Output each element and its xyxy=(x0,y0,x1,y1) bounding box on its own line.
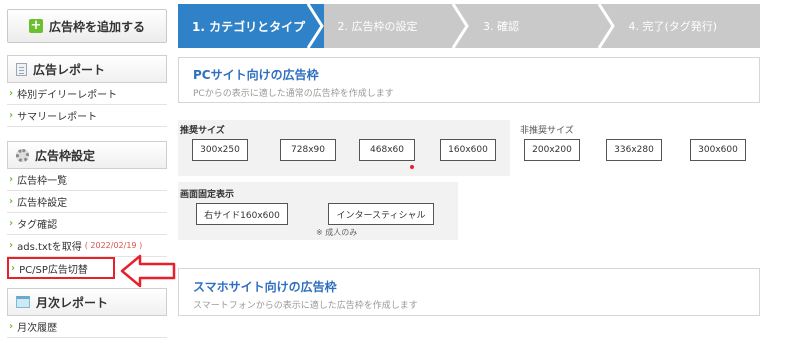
step-complete: 4. 完了(タグ発行) xyxy=(614,4,760,48)
sp-site-ad-slot-option[interactable]: スマホサイト向けの広告枠 スマートフォンからの表示に適した広告枠を作成します xyxy=(178,268,760,316)
sidebar-item-tag-check[interactable]: › タグ確認 xyxy=(7,213,167,235)
step-category-type: 1. カテゴリとタイプ xyxy=(178,4,324,48)
sidebar-item-label: PC/SP広告切替 xyxy=(19,264,88,276)
fixed-display-label: 画面固定表示 xyxy=(180,190,235,200)
step-label: 1. カテゴリとタイプ xyxy=(192,19,306,34)
step-label: 4. 完了(タグ発行) xyxy=(628,20,718,33)
plus-icon: + xyxy=(28,18,43,33)
chevron-right-icon: › xyxy=(11,262,16,274)
step-label: 2. 広告枠の設定 xyxy=(337,20,418,33)
document-icon xyxy=(16,62,27,76)
sidebar-item-ad-slot-list[interactable]: › 広告枠一覧 xyxy=(7,169,167,191)
step-slot-settings: 2. 広告枠の設定 xyxy=(323,4,469,48)
non-recommended-size-group: 非推奨サイズ 200x200 336x280 300x600 xyxy=(518,120,768,176)
pc-site-ad-slot-option[interactable]: PCサイト向けの広告枠 PCからの表示に適した通常の広告枠を作成します xyxy=(178,57,760,103)
step-separator-icon xyxy=(451,4,469,48)
sidebar-item-label: 枠別デイリーレポート xyxy=(17,90,118,101)
report-section-header: 広告レポート xyxy=(7,55,167,83)
sidebar-item-label: 広告枠設定 xyxy=(17,198,68,209)
fixed-option-interstitial[interactable]: インタースティシャル xyxy=(328,203,434,225)
sidebar-item-label: ads.txtを取得 xyxy=(17,242,82,253)
step-confirm: 3. 確認 xyxy=(469,4,615,48)
sp-section-subtitle: スマートフォンからの表示に適した広告枠を作成します xyxy=(193,301,418,311)
sidebar-item-label: 広告枠一覧 xyxy=(17,176,68,187)
sidebar-item-daily-report[interactable]: › 枠別デイリーレポート xyxy=(7,83,167,105)
recommended-size-label: 推奨サイズ xyxy=(180,126,225,136)
add-ad-slot-label: 広告枠を追加する xyxy=(48,19,145,34)
sidebar: + 広告枠を追加する 広告レポート › 枠別デイリーレポート › サマリーレポー… xyxy=(7,9,167,338)
monthly-section-header: 月次レポート xyxy=(7,288,167,316)
sidebar-item-label: 月次履歴 xyxy=(17,323,58,334)
pc-section-title: PCサイト向けの広告枠 xyxy=(193,68,319,82)
adult-only-note: ※ 成人のみ xyxy=(316,228,358,237)
report-section-title: 広告レポート xyxy=(33,62,106,77)
settings-section-header: 広告枠設定 xyxy=(7,141,167,169)
monthly-section: 月次レポート › 月次履歴 xyxy=(7,288,167,338)
sp-section-title: スマホサイト向けの広告枠 xyxy=(193,280,337,294)
annotation-arrow-icon xyxy=(120,254,176,288)
sidebar-item-pc-sp-switch[interactable]: › PC/SP広告切替 xyxy=(7,257,115,279)
settings-section-title: 広告枠設定 xyxy=(35,148,96,163)
chevron-right-icon: › xyxy=(9,196,14,207)
monthly-section-title: 月次レポート xyxy=(36,295,109,310)
size-option-300x250[interactable]: 300x250 xyxy=(192,139,248,161)
fixed-display-group: 画面固定表示 右サイド160x600 インタースティシャル ※ 成人のみ xyxy=(178,182,458,240)
size-option-200x200[interactable]: 200x200 xyxy=(524,139,580,161)
non-recommended-size-label: 非推奨サイズ xyxy=(520,126,574,136)
step-label: 3. 確認 xyxy=(483,20,519,33)
gear-icon xyxy=(16,148,29,162)
sidebar-item-summary-report[interactable]: › サマリーレポート xyxy=(7,105,167,127)
chevron-right-icon: › xyxy=(9,321,14,332)
pc-section-subtitle: PCからの表示に適した通常の広告枠を作成します xyxy=(193,89,394,99)
step-separator-icon xyxy=(306,4,324,48)
sidebar-item-monthly-history[interactable]: › 月次履歴 xyxy=(7,316,167,338)
sidebar-item-label: サマリーレポート xyxy=(17,112,98,123)
chevron-right-icon: › xyxy=(9,174,14,185)
chevron-right-icon: › xyxy=(9,218,14,229)
calendar-icon xyxy=(16,296,30,308)
recommended-size-group: 推奨サイズ 300x250 728x90 468x60 160x600 xyxy=(178,120,510,176)
add-ad-slot-button[interactable]: + 広告枠を追加する xyxy=(7,9,167,43)
cursor-marker xyxy=(410,165,414,169)
size-option-468x60[interactable]: 468x60 xyxy=(359,139,415,161)
sidebar-item-ad-slot-settings[interactable]: › 広告枠設定 xyxy=(7,191,167,213)
size-option-300x600[interactable]: 300x600 xyxy=(690,139,746,161)
size-option-336x280[interactable]: 336x280 xyxy=(606,139,662,161)
size-option-160x600[interactable]: 160x600 xyxy=(440,139,496,161)
ads-txt-date: ( 2022/02/19 ) xyxy=(84,241,143,250)
report-section: 広告レポート › 枠別デイリーレポート › サマリーレポート xyxy=(7,55,167,127)
chevron-right-icon: › xyxy=(9,110,14,121)
size-option-728x90[interactable]: 728x90 xyxy=(280,139,336,161)
step-separator-icon xyxy=(597,4,615,48)
sidebar-item-label: タグ確認 xyxy=(17,220,58,231)
fixed-option-right-side[interactable]: 右サイド160x600 xyxy=(196,203,288,225)
chevron-right-icon: › xyxy=(9,88,14,99)
chevron-right-icon: › xyxy=(9,240,14,251)
step-progress-bar: 1. カテゴリとタイプ 2. 広告枠の設定 3. 確認 4. 完了(タグ発行) xyxy=(178,4,760,48)
